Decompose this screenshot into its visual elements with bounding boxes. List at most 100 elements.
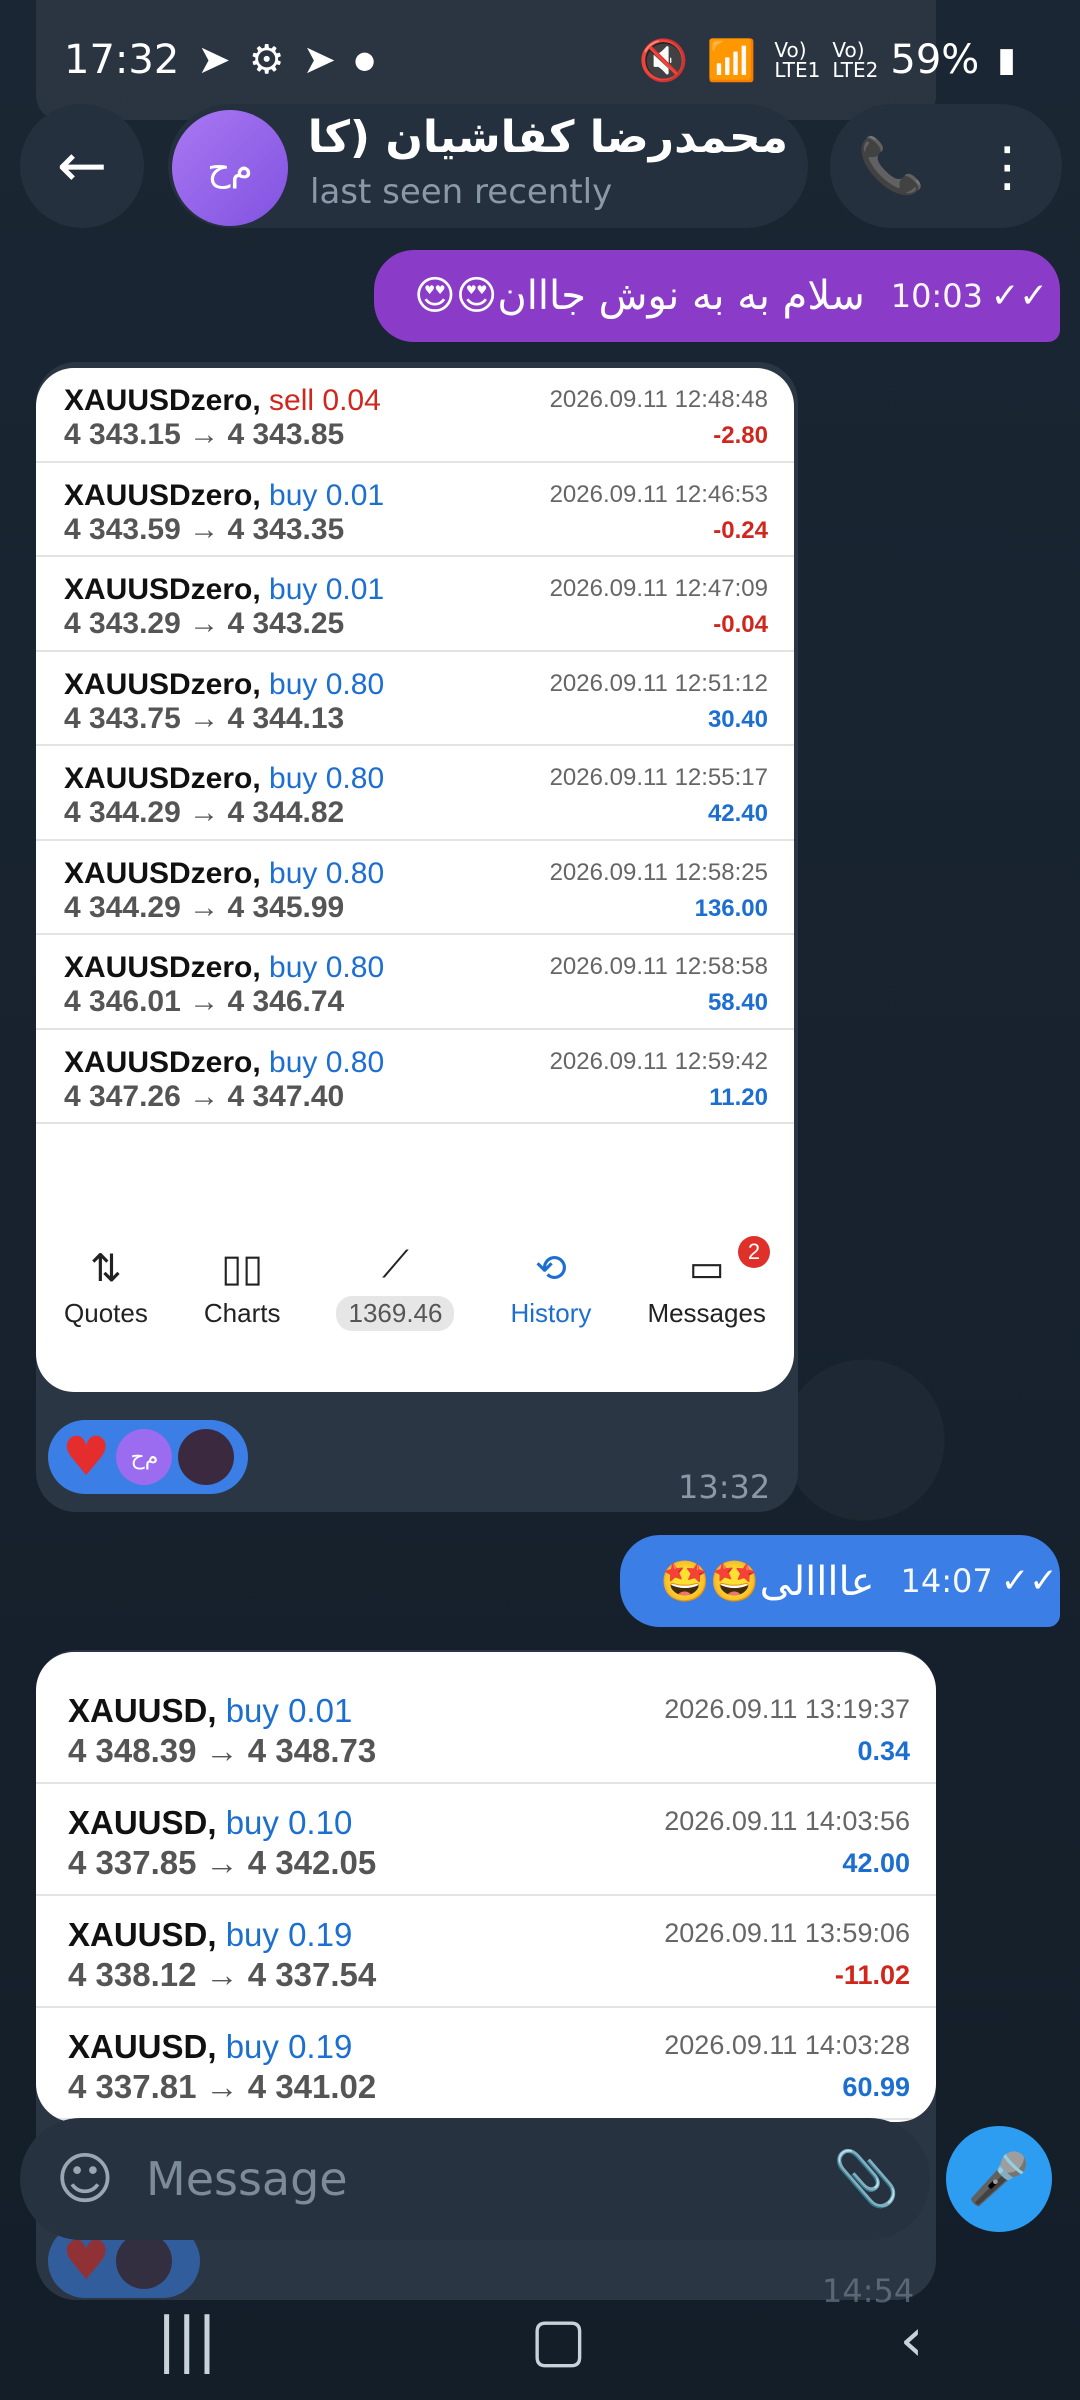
avatar[interactable]: م‌ح [172,110,288,226]
nav-trade: ⟋ 1369.46 [336,1243,455,1331]
recents-button[interactable]: ||| [156,2305,217,2375]
telegram-icon: ➤ [197,37,231,83]
trade-symbol: XAUUSDzero, [64,478,261,512]
trade-prices: 4 343.59 → 4 343.35 [64,512,345,546]
trade-symbol: XAUUSDzero, [64,856,261,890]
trade-direction: buy 0.19 [225,2028,353,2065]
trade-profit: 60.99 [842,2072,910,2102]
trade-profit: 42.40 [707,800,768,827]
trade-prices: 4 348.39 → 4 348.73 [68,1732,377,1769]
trade-history-screenshot[interactable]: ⇅ Quotes ▯▯ Charts ⟋ 1369.46 ⟲ History ▭… [36,368,794,1392]
trade-direction: buy 0.01 [269,573,385,606]
back-button[interactable]: ← [20,104,144,228]
trade-date: 2026.09.11 13:59:06 [664,1918,910,1948]
trade-direction: buy 0.10 [225,1804,353,1841]
trade-row: XAUUSD, buy 0.01 4 348.39 → 4 348.73 2026.… [36,1672,936,1784]
dot-icon: ● [354,46,376,74]
outgoing-message[interactable]: سلام به به نوش جااان😍😍 10:03 ✓✓ [374,250,1060,342]
message-time: 10:03 [890,277,983,315]
trade-date: 2026.09.11 12:48:48 [549,386,768,413]
history-icon: ⟲ [535,1247,567,1290]
outgoing-message[interactable]: عاااالی🤩🤩 14:07 ✓✓ [620,1535,1060,1627]
trade-row: XAUUSD, buy 0.19 4 338.12 → 4 337.54 2026.… [36,1896,936,2008]
trade-direction: buy 0.01 [225,1692,353,1729]
message-text: عاااالی🤩🤩 [660,1558,875,1605]
trade-row: XAUUSD, buy 0.19 4 337.81 → 4 341.02 2026.… [36,2008,936,2120]
more-vertical-icon[interactable]: ⋮ [980,135,1034,198]
trade-row: XAUUSDzero, buy 0.80 4 343.75 → 4 344.13 2… [36,652,794,746]
trade-profit: -0.24 [713,516,768,544]
trade-symbol: XAUUSDzero, [64,951,261,984]
trade-direction: buy 0.19 [225,1916,353,1953]
home-button[interactable]: ▢ [530,2305,587,2375]
trade-direction: sell 0.04 [269,384,381,417]
arrows-updown-icon: ⇅ [90,1247,122,1290]
nav-charts: ▯▯ Charts [203,1247,281,1328]
trade-symbol: XAUUSD, [68,2028,217,2065]
header-actions: 📞 ⋮ [830,104,1062,228]
trade-row: XAUUSDzero, buy 0.01 4 343.29 → 4 343.25 2… [36,557,794,652]
reactor-avatar: م‌ح [116,1429,173,1485]
wifi-icon: 📶 [706,37,757,84]
trade-history-screenshot[interactable]: XAUUSD, buy 0.01 4 348.39 → 4 348.73 2026.… [36,1652,936,2122]
reactor-avatar-photo [178,1429,235,1485]
trade-date: 2026.09.11 12:58:58 [549,953,768,980]
microphone-button[interactable]: 🎤 [946,2126,1052,2232]
trade-prices: 4 337.85 → 4 342.05 [68,1844,377,1881]
trade-row: XAUUSDzero, buy 0.80 4 344.29 → 4 345.99 2… [36,841,794,935]
back-nav-button[interactable]: ‹ [900,2305,924,2375]
status-left: 17:32 ➤ ⚙ ➤ ● [64,37,375,83]
phone-icon[interactable]: 📞 [858,134,925,198]
trade-profit: -2.80 [713,422,768,449]
arrow-left-icon: ← [56,131,108,201]
trade-row: XAUUSDzero, buy 0.01 4 343.59 → 4 343.35 2… [36,463,794,557]
message-input-bar: ☺ Message 📎 [20,2118,930,2240]
app-bottom-nav: ⇅ Quotes ▯▯ Charts ⟋ 1369.46 ⟲ History ▭… [36,1202,794,1372]
system-nav-bar: ||| ▢ ‹ [0,2280,1080,2400]
trade-prices: 4 338.12 → 4 337.54 [68,1956,377,1993]
trade-direction: buy 0.01 [269,478,385,512]
mute-icon: 🔇 [638,37,689,84]
trade-symbol: XAUUSDzero, [64,384,261,417]
trade-profit: 136.00 [694,894,768,922]
paperclip-icon[interactable]: 📎 [833,2147,900,2211]
trade-date: 2026.09.11 12:55:17 [549,764,768,791]
trade-profit: 0.34 [857,1736,910,1766]
nav-history: ⟲ History [510,1247,592,1328]
messages-icon: ▭ [688,1247,725,1290]
double-check-icon: ✓✓ [1000,1561,1058,1601]
status-right: 🔇 📶 Vo) LTE1 Vo) LTE2 59% ▮ [639,37,1016,84]
trade-prices: 4 344.29 → 4 344.82 [64,796,345,829]
trade-prices: 4 343.75 → 4 344.13 [64,701,345,735]
trade-date: 2026.09.11 12:46:53 [549,480,768,508]
trade-profit: 58.40 [707,989,768,1016]
trade-line-icon: ⟋ [382,1243,409,1286]
chat-subtitle: last seen recently [310,172,613,212]
candles-icon: ▯▯ [221,1247,264,1290]
trade-direction: buy 0.80 [269,951,385,984]
trade-date: 2026.09.11 13:19:37 [664,1694,910,1724]
trade-row: XAUUSDzero, buy 0.80 4 346.01 → 4 346.74 2… [36,935,794,1030]
reaction-pill[interactable]: ♥ م‌ح [48,1420,248,1494]
trade-date: 2026.09.11 12:59:42 [549,1047,768,1075]
trade-date: 2026.09.11 14:03:28 [664,2030,910,2060]
clock: 17:32 [64,37,180,83]
trade-symbol: XAUUSD, [68,1804,217,1841]
unread-badge: 2 [737,1235,770,1268]
heart-icon: ♥ [62,1425,111,1488]
gear-icon: ⚙ [248,37,285,83]
trade-date: 2026.09.11 12:51:12 [549,669,768,697]
trade-profit: -0.04 [713,611,768,638]
emoji-icon[interactable]: ☺ [50,2147,120,2212]
trade-date: 2026.09.11 14:03:56 [664,1806,910,1836]
message-input[interactable]: Message [146,2152,807,2206]
trade-prices: 4 343.29 → 4 343.25 [64,607,345,640]
trade-prices: 4 346.01 → 4 346.74 [64,985,345,1018]
nav-messages: ▭ 2 Messages [647,1235,770,1329]
trade-row: XAUUSDzero, buy 0.80 4 344.29 → 4 344.82 2… [36,746,794,841]
trade-direction: buy 0.80 [269,1045,385,1079]
trade-profit: 42.00 [842,1848,910,1878]
trade-row: XAUUSD, buy 0.10 4 337.85 → 4 342.05 2026.… [36,1784,936,1896]
battery-icon: ▮ [997,40,1016,80]
message-time: 13:32 [678,1468,771,1506]
